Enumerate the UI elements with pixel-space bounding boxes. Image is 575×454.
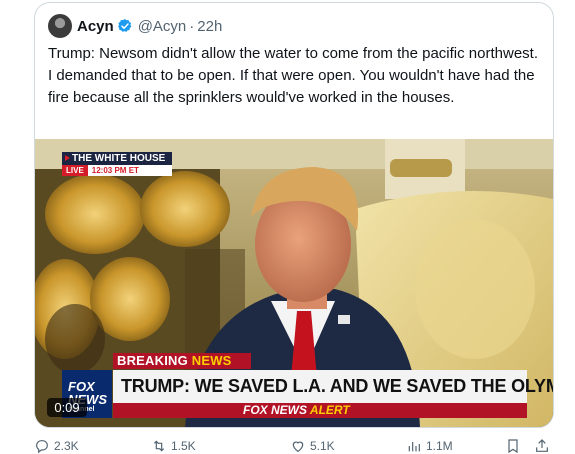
reply-count: 2.3K	[54, 439, 79, 453]
location-label: THE WHITE HOUSE	[62, 152, 172, 165]
live-badge: LIVE	[62, 165, 88, 176]
retweet-count: 1.5K	[171, 439, 196, 453]
breaking-label: BREAKING	[117, 353, 188, 368]
tweet-header: Acyn @Acyn · 22h	[48, 14, 222, 38]
location-chyron: THE WHITE HOUSE LIVE 12:03 PM ET	[62, 152, 172, 176]
separator-dot: ·	[189, 17, 195, 35]
share-icon	[536, 439, 548, 452]
author-name[interactable]: Acyn	[77, 18, 114, 35]
avatar[interactable]	[48, 14, 72, 38]
views-icon	[408, 442, 420, 452]
reply-icon	[36, 440, 48, 454]
tweet-text: Trump: Newsom didn't allow the water to …	[48, 45, 538, 106]
headline-chyron: TRUMP: WE SAVED L.A. AND WE SAVED THE OL…	[113, 370, 553, 403]
views-action[interactable]: 1.1M	[406, 438, 453, 454]
author-handle[interactable]: @Acyn	[138, 18, 187, 35]
breaking-news-label: NEWS	[191, 353, 232, 368]
share-action[interactable]	[534, 438, 550, 454]
tweet-actions-bar: 2.3K 1.5K 5.1K 1.1M	[34, 438, 552, 454]
like-count: 5.1K	[310, 439, 335, 453]
reply-action[interactable]: 2.3K	[34, 438, 79, 454]
retweet-icon	[153, 440, 165, 452]
timestamp[interactable]: 22h	[197, 18, 222, 35]
like-action[interactable]: 5.1K	[290, 438, 335, 454]
quoted-tweet-card[interactable]: Acyn @Acyn · 22h Trump: Newsom didn't al…	[34, 2, 554, 428]
alert-brand: FOX NEWS	[243, 403, 308, 417]
bookmark-icon	[508, 439, 518, 454]
fox-news-alert-bar: FOX NEWS ALERT	[113, 403, 527, 418]
video-duration: 0:09	[47, 398, 87, 417]
alert-label: ALERT	[309, 403, 350, 417]
bookmark-action[interactable]	[505, 438, 521, 454]
retweet-action[interactable]: 1.5K	[151, 438, 196, 454]
verified-badge-icon	[117, 19, 132, 32]
breaking-news-tag: BREAKING NEWS	[113, 353, 251, 369]
heart-icon	[292, 441, 304, 453]
video-player[interactable]: THE WHITE HOUSE LIVE 12:03 PM ET FOX NEW…	[35, 139, 553, 427]
live-time: 12:03 PM ET	[91, 166, 139, 175]
views-count: 1.1M	[426, 439, 453, 453]
